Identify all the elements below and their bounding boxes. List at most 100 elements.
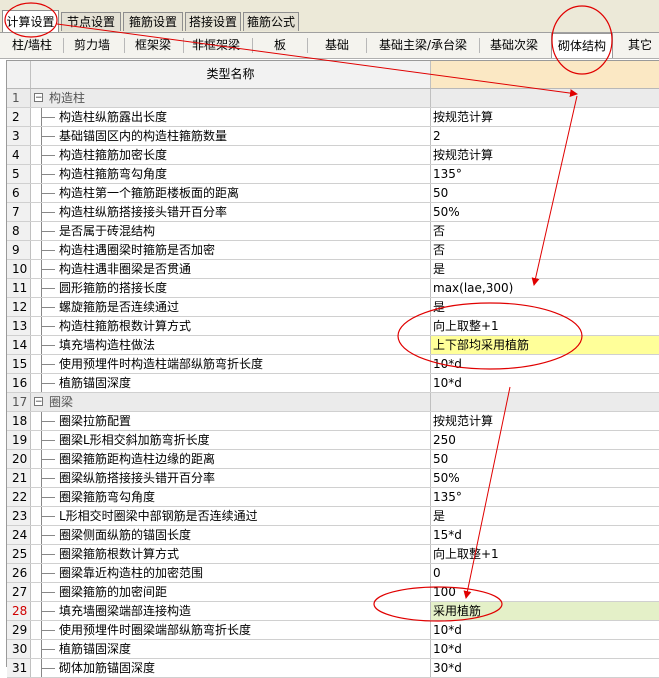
table-row[interactable]: 13 构造柱箍筋根数计算方式 向上取整+1 [7,317,659,336]
row-value[interactable]: 按规范计算 [431,412,659,430]
row-value[interactable] [431,393,659,411]
table-row[interactable]: 5 构造柱箍筋弯勾角度 135° [7,165,659,184]
item-label: 圈梁纵筋搭接接头错开百分率 [59,471,216,485]
row-value[interactable]: 135° [431,488,659,506]
collapse-icon[interactable]: − [34,397,43,407]
group-row[interactable]: 1− 构造柱 [7,89,659,108]
item-label: 构造柱遇圈梁时箍筋是否加密 [59,243,216,257]
row-type-name: 植筋锚固深度 [31,640,431,658]
table-row[interactable]: 2 构造柱纵筋露出长度 按规范计算 [7,108,659,127]
group-row[interactable]: 17− 圈梁 [7,393,659,412]
table-row[interactable]: 24 圈梁侧面纵筋的锚固长度 15*d [7,526,659,545]
row-value[interactable]: 250 [431,431,659,449]
row-value[interactable]: 上下部均采用植筋 [431,336,659,354]
tab-calc-settings[interactable]: 计算设置 [2,10,59,32]
table-row[interactable]: 23 L形相交时圈梁中部钢筋是否连续通过 是 [7,507,659,526]
table-row[interactable]: 10 构造柱遇非圈梁是否贯通 是 [7,260,659,279]
row-value[interactable]: 按规范计算 [431,108,659,126]
row-number: 16 [7,374,31,392]
table-row[interactable]: 31 砌体加筋锚固深度 30*d [7,659,659,678]
row-value[interactable]: 135° [431,165,659,183]
table-row[interactable]: 30 植筋锚固深度 10*d [7,640,659,659]
table-row[interactable]: 8 是否属于砖混结构 否 [7,222,659,241]
subtab-foundation-secondary-beam[interactable]: 基础次梁 [483,33,545,58]
row-value[interactable]: 是 [431,507,659,525]
row-value[interactable]: 100 [431,583,659,601]
subtab-shear-wall[interactable]: 剪力墙 [66,33,118,58]
table-row[interactable]: 9 构造柱遇圈梁时箍筋是否加密 否 [7,241,659,260]
row-value[interactable] [431,89,659,107]
item-label: 构造柱箍筋根数计算方式 [59,319,192,333]
subtab-nonframe-beam[interactable]: 非框架梁 [186,33,246,58]
subtab-foundation-main-beam[interactable]: 基础主梁/承台梁 [370,33,476,58]
row-value[interactable]: 10*d [431,640,659,658]
table-row[interactable]: 26 圈梁靠近构造柱的加密范围 0 [7,564,659,583]
category-tab-bar: 柱/墙柱 剪力墙 框架梁 非框架梁 板 基础 基础主梁/承台梁 基础次梁 砌体结… [0,33,659,59]
row-value[interactable]: 否 [431,222,659,240]
row-value[interactable]: 采用植筋 [431,602,659,620]
item-label: 构造柱纵筋搭接接头错开百分率 [59,205,228,219]
table-row[interactable]: 21 圈梁纵筋搭接接头错开百分率 50% [7,469,659,488]
tab-lap-settings[interactable]: 搭接设置 [185,12,241,31]
row-value[interactable]: 2 [431,127,659,145]
table-row[interactable]: 3 基础锚固区内的构造柱箍筋数量 2 [7,127,659,146]
table-row[interactable]: 16 植筋锚固深度 10*d [7,374,659,393]
table-row[interactable]: 14 填充墙构造柱做法 上下部均采用植筋 [7,336,659,355]
row-value[interactable]: 50 [431,450,659,468]
row-value[interactable]: 15*d [431,526,659,544]
table-row[interactable]: 22 圈梁箍筋弯勾角度 135° [7,488,659,507]
collapse-icon[interactable]: − [34,93,43,103]
row-value[interactable]: 是 [431,260,659,278]
table-row[interactable]: 25 圈梁箍筋根数计算方式 向上取整+1 [7,545,659,564]
row-type-name: 圈梁箍筋距构造柱边缘的距离 [31,450,431,468]
subtab-masonry[interactable]: 砌体结构 [551,33,613,58]
row-value[interactable]: 10*d [431,374,659,392]
table-row[interactable]: 19 圈梁L形相交斜加筋弯折长度 250 [7,431,659,450]
row-value[interactable]: 向上取整+1 [431,317,659,335]
subtab-foundation[interactable]: 基础 [312,33,362,58]
tab-stirrup-settings[interactable]: 箍筋设置 [123,12,183,31]
table-row[interactable]: 20 圈梁箍筋距构造柱边缘的距离 50 [7,450,659,469]
table-row[interactable]: 28 填充墙圈梁端部连接构造 采用植筋 [7,602,659,621]
table-row[interactable]: 6 构造柱第一个箍筋距楼板面的距离 50 [7,184,659,203]
subtab-frame-beam[interactable]: 框架梁 [128,33,178,58]
tree-branch [41,478,55,479]
row-value[interactable]: 按规范计算 [431,146,659,164]
row-value[interactable]: 10*d [431,621,659,639]
tree-branch [41,136,55,137]
table-row[interactable]: 12 螺旋箍筋是否连续通过 是 [7,298,659,317]
item-label: 使用预埋件时构造柱端部纵筋弯折长度 [59,357,264,371]
table-row[interactable]: 18 圈梁拉筋配置 按规范计算 [7,412,659,431]
subtab-other[interactable]: 其它 [618,33,659,58]
item-label: L形相交时圈梁中部钢筋是否连续通过 [59,509,258,523]
row-value[interactable]: 50% [431,203,659,221]
row-value[interactable]: max(lae,300) [431,279,659,297]
row-type-name: 螺旋箍筋是否连续通过 [31,298,431,316]
subtab-column[interactable]: 柱/墙柱 [4,33,60,58]
row-value[interactable]: 是 [431,298,659,316]
subtab-slab[interactable]: 板 [258,33,302,58]
row-number: 4 [7,146,31,164]
table-row[interactable]: 29 使用预埋件时圈梁端部纵筋弯折长度 10*d [7,621,659,640]
row-number: 30 [7,640,31,658]
row-type-name: 圈梁箍筋根数计算方式 [31,545,431,563]
row-value[interactable]: 否 [431,241,659,259]
row-value[interactable]: 10*d [431,355,659,373]
row-value[interactable]: 0 [431,564,659,582]
tab-stirrup-formula[interactable]: 箍筋公式 [243,12,299,31]
row-number: 5 [7,165,31,183]
grid-header: 类型名称 [7,61,659,89]
table-row[interactable]: 27 圈梁箍筋的加密间距 100 [7,583,659,602]
table-row[interactable]: 4 构造柱箍筋加密长度 按规范计算 [7,146,659,165]
table-row[interactable]: 15 使用预埋件时构造柱端部纵筋弯折长度 10*d [7,355,659,374]
item-label: 构造柱箍筋加密长度 [59,148,168,162]
row-value[interactable]: 向上取整+1 [431,545,659,563]
table-row[interactable]: 11 圆形箍筋的搭接长度 max(lae,300) [7,279,659,298]
row-number: 20 [7,450,31,468]
row-value[interactable]: 50% [431,469,659,487]
tree-branch [41,212,55,213]
tab-node-settings[interactable]: 节点设置 [61,12,121,31]
row-value[interactable]: 50 [431,184,659,202]
row-value[interactable]: 30*d [431,659,659,677]
table-row[interactable]: 7 构造柱纵筋搭接接头错开百分率 50% [7,203,659,222]
